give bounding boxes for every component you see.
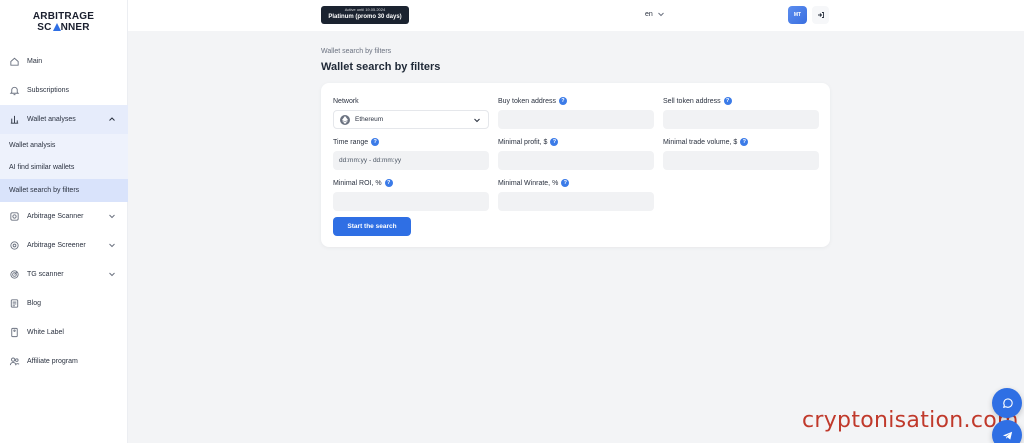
min-volume-field: Minimal trade volume, $? — [663, 137, 819, 170]
language-selector[interactable]: en — [645, 10, 665, 18]
min-roi-label: Minimal ROI, % — [333, 179, 382, 187]
submenu-item-wallet-search[interactable]: Wallet search by filters — [0, 179, 128, 202]
sidebar-item-main[interactable]: Main — [0, 47, 128, 76]
min-roi-field: Minimal ROI, %? — [333, 178, 489, 211]
help-icon[interactable]: ? — [561, 179, 570, 187]
users-icon — [9, 356, 20, 367]
sidebar-item-arbitrage-screener[interactable]: Arbitrage Screener — [0, 231, 128, 260]
start-search-button[interactable]: Start the search — [333, 217, 411, 236]
logo-line1: ARBITRAGE — [32, 10, 95, 22]
chart-icon — [9, 114, 20, 125]
logo-line2b: NNER — [60, 21, 90, 33]
submenu-item-wallet-analysis[interactable]: Wallet analysis — [0, 134, 128, 157]
logo-triangle — [52, 23, 61, 31]
time-range-field: Time range? dd:mm:yy - dd:mm:yy — [333, 137, 489, 170]
settings-icon — [9, 240, 20, 251]
min-profit-input[interactable] — [498, 151, 654, 170]
network-label: Network — [333, 97, 359, 105]
help-icon[interactable]: ? — [740, 138, 749, 146]
help-icon[interactable]: ? — [371, 138, 380, 146]
avatar[interactable]: MT — [788, 6, 807, 24]
sidebar-item-label: Wallet analyses — [27, 116, 76, 123]
network-select[interactable]: Ethereum — [333, 110, 489, 129]
tag-icon — [9, 327, 20, 338]
help-icon[interactable]: ? — [384, 179, 393, 187]
buy-token-input[interactable] — [498, 110, 654, 129]
sidebar-nav: Main Subscriptions Wallet analyses Walle… — [0, 47, 128, 376]
help-icon[interactable]: ? — [558, 97, 567, 105]
sidebar-item-label: Blog — [27, 299, 42, 307]
min-winrate-field: Minimal Winrate, %? — [498, 178, 654, 211]
chevron-down-icon — [474, 118, 480, 122]
page-title: Wallet search by filters — [321, 61, 441, 73]
sidebar-item-label: Arbitrage Scanner — [27, 212, 84, 220]
plan-expiry: Active until 19.05.2024 — [344, 7, 386, 12]
sidebar-item-label: Subscriptions — [27, 87, 70, 94]
sidebar-item-label: Affiliate program — [27, 357, 78, 365]
network-value: Ethereum — [355, 116, 384, 123]
logo-line2a: SC — [37, 21, 52, 33]
min-winrate-label: Minimal Winrate, % — [498, 179, 559, 187]
wallet-analyses-submenu: Wallet analysis AI find similar wallets … — [0, 134, 128, 202]
chevron-down-icon — [109, 272, 115, 276]
sidebar-item-wallet-analyses[interactable]: Wallet analyses — [0, 105, 128, 134]
plan-badge[interactable]: Active until 19.05.2024 Platinum (promo … — [321, 6, 409, 24]
sidebar-item-affiliate-program[interactable]: Affiliate program — [0, 347, 128, 376]
logo[interactable]: ARBITRAGE SC NNER — [0, 0, 127, 40]
scan-icon — [9, 211, 20, 222]
filter-form-card: Network Ethereum Buy token address? Sell… — [321, 83, 830, 247]
time-range-input[interactable]: dd:mm:yy - dd:mm:yy — [333, 151, 489, 170]
submenu-item-ai-find-similar[interactable]: AI find similar wallets — [0, 157, 128, 180]
top-bar: Active until 19.05.2024 Platinum (promo … — [128, 0, 1024, 31]
network-field: Network Ethereum — [333, 96, 489, 129]
sell-token-field: Sell token address? — [663, 96, 819, 129]
language-value: en — [645, 10, 653, 18]
min-roi-input[interactable] — [333, 192, 489, 211]
sell-token-label: Sell token address — [663, 97, 721, 105]
chevron-up-icon — [109, 117, 115, 121]
sell-token-input[interactable] — [663, 110, 819, 129]
sidebar-item-arbitrage-scanner[interactable]: Arbitrage Scanner — [0, 202, 128, 231]
bell-icon — [9, 85, 20, 96]
sidebar-item-label: White Label — [27, 328, 64, 336]
radar-icon — [9, 269, 20, 280]
home-icon — [9, 56, 20, 67]
sidebar: ARBITRAGE SC NNER Main Subscriptions Wall… — [0, 0, 128, 443]
logout-button[interactable] — [812, 6, 829, 24]
ethereum-icon — [340, 114, 350, 125]
whatsapp-button[interactable] — [992, 388, 1022, 418]
min-winrate-input[interactable] — [498, 192, 654, 211]
sidebar-item-tg-scanner[interactable]: TG scanner — [0, 260, 128, 289]
min-volume-input[interactable] — [663, 151, 819, 170]
min-profit-label: Minimal profit, $ — [498, 138, 548, 146]
buy-token-field: Buy token address? — [498, 96, 654, 129]
help-icon[interactable]: ? — [723, 97, 732, 105]
sidebar-item-blog[interactable]: Blog — [0, 289, 128, 318]
sidebar-item-label: Main — [27, 58, 43, 65]
chevron-down-icon — [109, 214, 115, 218]
sidebar-item-subscriptions[interactable]: Subscriptions — [0, 76, 128, 105]
breadcrumb: Wallet search by filters — [321, 48, 392, 55]
chevron-down-icon — [109, 243, 115, 247]
telegram-button[interactable] — [992, 420, 1022, 443]
min-profit-field: Minimal profit, $? — [498, 137, 654, 170]
telegram-icon — [1002, 431, 1012, 440]
logout-icon — [817, 12, 824, 18]
whatsapp-icon — [1002, 397, 1013, 408]
plan-name: Platinum (promo 30 days) — [328, 14, 402, 20]
sidebar-item-label: Arbitrage Screener — [27, 241, 86, 249]
document-icon — [9, 298, 20, 309]
sidebar-item-label: TG scanner — [27, 270, 64, 278]
time-range-label: Time range — [333, 138, 369, 146]
help-icon[interactable]: ? — [550, 138, 559, 146]
chevron-down-icon — [657, 12, 664, 17]
sidebar-item-white-label[interactable]: White Label — [0, 318, 128, 347]
min-volume-label: Minimal trade volume, $ — [663, 138, 738, 146]
buy-token-label: Buy token address — [498, 97, 556, 105]
watermark: cryptonisation.com — [802, 408, 1019, 433]
